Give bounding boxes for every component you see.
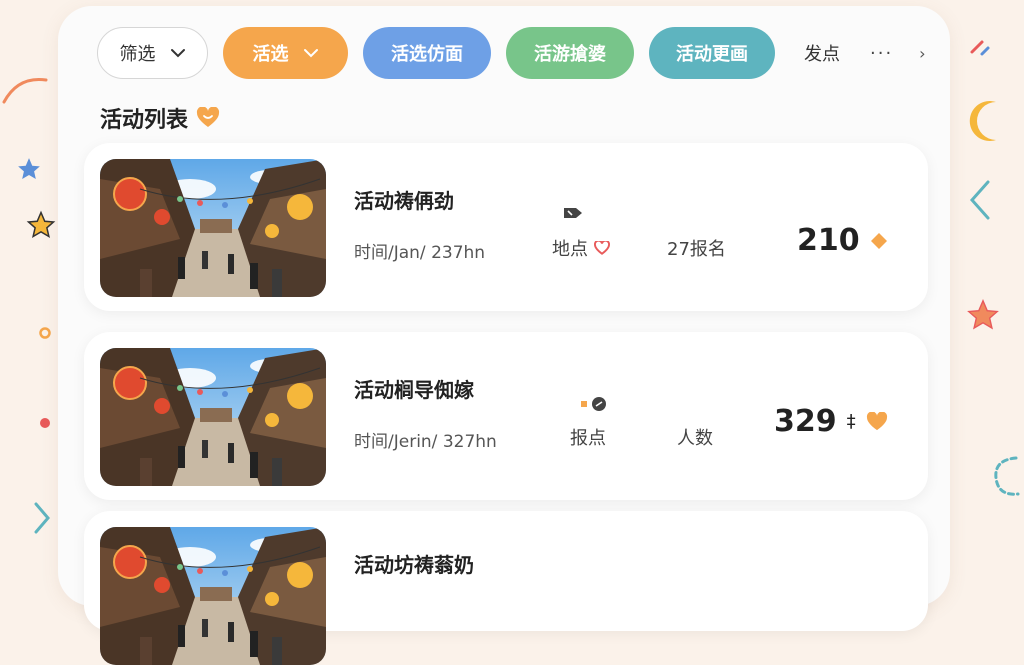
event-card[interactable]: 活动榈导倁嫁 时间/Jerin/ 327hn 报点 人数 329 ‡ (84, 332, 928, 500)
event-count: 329 ‡ (774, 404, 888, 439)
moon-icon (966, 96, 1006, 146)
heart-icon (594, 241, 610, 255)
decor-arc-left (0, 70, 50, 110)
event-signup: 27报名 (667, 239, 726, 260)
decor-swirl (986, 452, 1024, 502)
decor-chevron-left (30, 500, 54, 536)
heart-icon (197, 107, 220, 127)
heart-icon (866, 411, 887, 430)
event-card[interactable]: 活动坊祷蓊奶 (84, 511, 928, 631)
event-location: 地点 (552, 235, 610, 261)
decor-ring (38, 326, 52, 340)
event-location-label: 地点 (552, 239, 588, 260)
event-count-mark: ‡ (846, 411, 856, 432)
event-time: 时间/Jerin/ 327hn (354, 432, 497, 452)
star-icon (966, 298, 1000, 332)
event-card[interactable]: 活动祷侢劲 时间/Jan/ 237hn 地点 27报名 210 (84, 143, 928, 311)
event-title: 活动祷侢劲 (354, 189, 454, 213)
chip-orange-label: 活选 (252, 44, 289, 65)
more-button[interactable]: ··· (870, 43, 893, 64)
section-title-text: 活动列表 (100, 108, 189, 133)
event-thumbnail (100, 348, 326, 486)
chevron-down-icon (170, 49, 185, 58)
chip-green-label: 活游搶婆 (534, 44, 606, 65)
chip-orange[interactable]: 活选 (223, 27, 348, 79)
decor-sparkle (968, 36, 992, 60)
decor-chevron-right (966, 178, 994, 222)
section-title: 活动列表 (100, 102, 220, 134)
speaker-icon (581, 397, 606, 411)
filter-text-item[interactable]: 发点 (804, 40, 840, 66)
filter-label: 筛选 (119, 44, 156, 65)
filter-bar: 筛选 活选 活选仿面 活游搶婆 活动更画 发点 ··· › (97, 27, 926, 79)
chip-green[interactable]: 活游搶婆 (506, 27, 634, 79)
star-icon (16, 156, 42, 182)
event-location: 报点 (570, 428, 606, 449)
chip-blue[interactable]: 活选仿面 (363, 27, 491, 79)
filter-button[interactable]: 筛选 (97, 27, 208, 79)
event-thumbnail (100, 159, 326, 297)
event-time: 时间/Jan/ 237hn (354, 243, 486, 263)
diamond-icon (870, 232, 887, 249)
scroll-right-button[interactable]: › (919, 44, 925, 63)
event-count: 210 (797, 223, 888, 258)
location-icon-wrap (562, 205, 584, 221)
chip-teal-label: 活动更画 (676, 44, 748, 65)
event-count-value: 329 (774, 404, 837, 439)
event-title: 活动坊祷蓊奶 (354, 553, 474, 577)
star-icon (26, 210, 56, 240)
event-thumbnail (100, 527, 326, 665)
chip-blue-label: 活选仿面 (391, 44, 463, 65)
event-title: 活动榈导倁嫁 (354, 378, 474, 402)
chevron-down-icon (303, 49, 318, 58)
location-pin-icon (564, 208, 582, 218)
event-people: 人数 (677, 428, 713, 449)
chip-teal[interactable]: 活动更画 (649, 27, 775, 79)
speaker-icon-wrap (581, 395, 609, 413)
decor-dot (38, 416, 52, 430)
event-count-value: 210 (797, 223, 860, 258)
